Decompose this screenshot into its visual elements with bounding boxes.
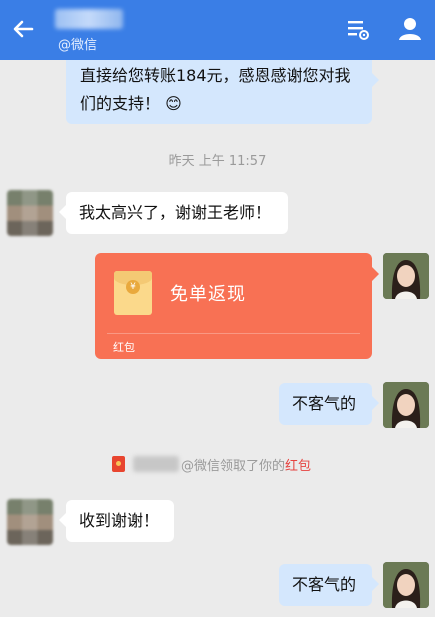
chat-header: @微信 <box>0 0 435 60</box>
user-photo-icon <box>383 253 429 299</box>
my-avatar[interactable] <box>383 562 429 608</box>
my-avatar[interactable] <box>383 253 429 299</box>
message-text: 不客气的 <box>292 394 357 413</box>
user-photo-icon <box>383 562 429 608</box>
back-arrow-icon[interactable] <box>8 14 38 44</box>
outgoing-message-bubble[interactable]: 直接给您转账184元，感恩感谢您对我们的支持！ 😊 <box>66 60 379 124</box>
message-text: 直接给您转账184元，感恩感谢您对我们的支持！ <box>80 66 351 113</box>
receiver-name-blurred <box>133 456 179 472</box>
message-text: 收到谢谢！ <box>79 511 160 530</box>
user-photo-icon <box>383 382 429 428</box>
red-packet-label: 红包 <box>113 341 135 354</box>
profile-icon[interactable] <box>395 14 425 44</box>
yuan-coin-icon: ¥ <box>126 280 140 294</box>
my-avatar[interactable] <box>383 382 429 428</box>
contact-name-blurred <box>55 9 123 29</box>
outgoing-message-bubble[interactable]: 不客气的 <box>279 564 379 606</box>
incoming-message-bubble[interactable]: 我太高兴了，谢谢王老师！ <box>59 192 288 234</box>
red-packet-title: 免单返现 <box>170 284 246 305</box>
red-packet-message[interactable]: ¥ 免单返现 红包 <box>95 253 379 359</box>
notice-text: @微信领取了你的 <box>181 458 286 474</box>
message-text: 不客气的 <box>292 575 357 594</box>
contact-subtitle: @微信 <box>58 38 98 53</box>
red-packet-divider <box>107 333 360 334</box>
incoming-message-bubble[interactable]: 收到谢谢！ <box>59 500 174 542</box>
message-text: 我太高兴了，谢谢王老师！ <box>79 203 272 222</box>
outgoing-message-bubble[interactable]: 不客气的 <box>279 383 379 425</box>
contact-avatar[interactable] <box>7 499 53 545</box>
message-timestamp: 昨天 上午 11:57 <box>168 154 267 169</box>
red-packet-link[interactable]: 红包 <box>285 455 311 474</box>
red-packet-icon <box>112 456 125 472</box>
smile-emoji-icon: 😊 <box>165 94 182 113</box>
system-notice: @微信领取了你的 红包 <box>112 452 311 476</box>
red-packet-icon: ¥ <box>114 271 152 315</box>
contact-avatar[interactable] <box>7 190 53 236</box>
chat-settings-icon[interactable] <box>345 16 371 42</box>
